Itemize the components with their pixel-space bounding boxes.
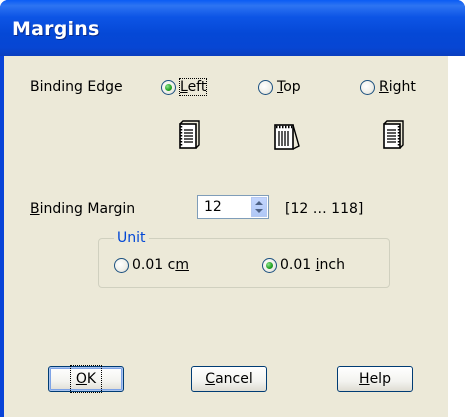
binding-right-document-icon [383, 120, 404, 149]
binding-margin-value[interactable]: 12 [204, 199, 222, 215]
spinner-arrows[interactable] [251, 197, 267, 217]
binding-edge-right-radio[interactable] [360, 80, 375, 95]
help-button[interactable]: Help [337, 366, 413, 392]
unit-cm-label-prefix: 0.01 c [132, 257, 176, 273]
binding-edge-top-radio[interactable] [258, 80, 273, 95]
unit-inch-label-prefix: 0.01 [280, 257, 316, 273]
spinner-down-arrow-icon[interactable] [255, 209, 263, 213]
binding-left-document-icon [179, 120, 200, 149]
unit-group-title: Unit [114, 230, 149, 246]
ok-button[interactable]: OK [48, 365, 124, 393]
binding-edge-left-label[interactable]: Left [178, 78, 208, 96]
radio-selected-dot [266, 262, 273, 269]
binding-edge-right-label[interactable]: Right [379, 79, 416, 95]
binding-margin-label: Binding Margin [30, 201, 136, 217]
cancel-button-label: Cancel [205, 371, 253, 387]
right-label-rest: ight [388, 79, 416, 95]
cancel-button[interactable]: Cancel [191, 366, 267, 392]
top-label-rest: op [283, 79, 301, 95]
unit-cm-label-accel: m [175, 257, 189, 273]
ok-button-label: OK [69, 365, 103, 393]
background-strip [448, 56, 465, 417]
unit-inch-label-rest: nch [319, 257, 345, 273]
binding-margin-spinner[interactable]: 12 [197, 195, 269, 219]
unit-inch-label[interactable]: 0.01 inch [280, 257, 345, 273]
unit-cm-radio[interactable] [114, 258, 129, 273]
dialog-client-area: Binding Edge Left Top Right Binding Marg… [4, 56, 448, 417]
left-label-rest: eft [187, 79, 207, 95]
radio-selected-dot [165, 84, 172, 91]
binding-edge-label: Binding Edge [30, 79, 123, 95]
binding-margin-label-rest: inding Margin [39, 201, 136, 217]
binding-top-document-icon [274, 124, 300, 150]
unit-cm-label[interactable]: 0.01 cm [132, 257, 189, 273]
binding-margin-range: [12 … 118] [285, 201, 364, 217]
margins-dialog: Margins Binding Edge Left Top Right Bind… [0, 0, 465, 417]
help-button-label: Help [359, 371, 391, 387]
title-bar[interactable]: Margins [0, 0, 465, 56]
binding-edge-top-label[interactable]: Top [277, 79, 301, 95]
dialog-title: Margins [12, 18, 100, 40]
spinner-up-arrow-icon[interactable] [255, 201, 263, 205]
dialog-window: Margins Binding Edge Left Top Right Bind… [0, 0, 465, 417]
binding-edge-left-radio[interactable] [161, 80, 176, 95]
unit-inch-radio[interactable] [262, 258, 277, 273]
